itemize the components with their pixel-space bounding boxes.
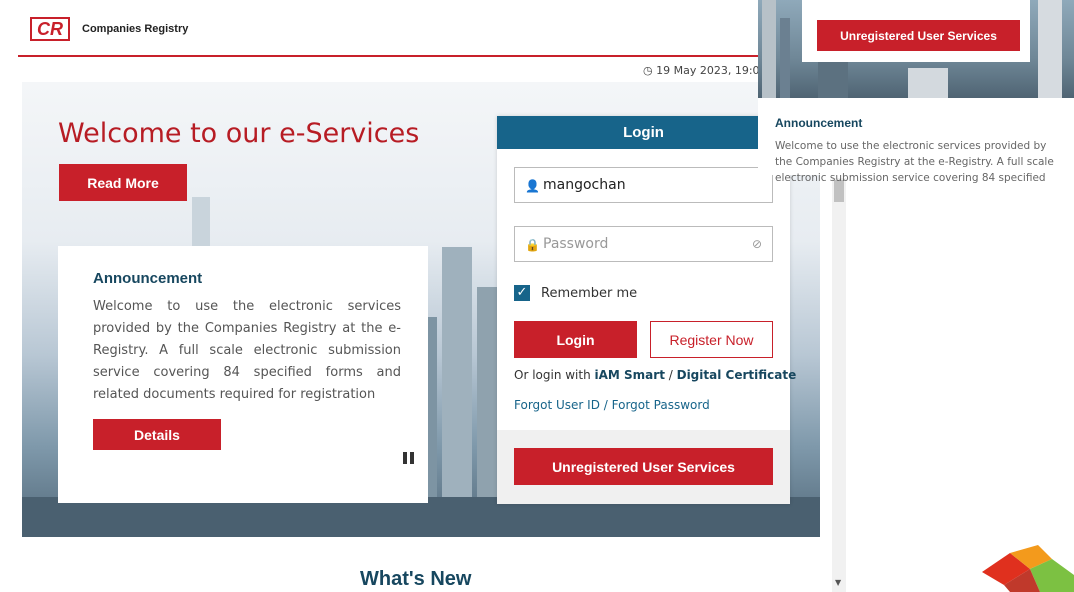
pause-icon[interactable]	[403, 452, 414, 464]
clock-icon: ◷	[643, 64, 657, 77]
brand-name: Companies Registry	[82, 23, 189, 35]
tablet-unregistered-button[interactable]: Unregistered User Services	[817, 20, 1020, 51]
password-placeholder: Password	[543, 236, 609, 252]
register-now-button[interactable]: Register Now	[650, 321, 773, 358]
digital-certificate-link[interactable]: Digital Certificate	[677, 368, 797, 382]
details-button[interactable]: Details	[93, 419, 221, 450]
eye-slash-icon[interactable]: ⊘	[752, 237, 762, 251]
tablet-announcement-body: Welcome to use the electronic services p…	[775, 140, 1054, 184]
username-value: mangochan	[543, 177, 626, 193]
announcement-title: Announcement	[93, 270, 203, 287]
scroll-down-arrow-icon[interactable]: ▼	[835, 578, 841, 587]
login-button[interactable]: Login	[514, 321, 637, 358]
alternative-login: Or login with iAM Smart / Digital Certif…	[514, 368, 796, 382]
forgot-credentials-link[interactable]: Forgot User ID / Forgot Password	[514, 398, 710, 412]
header-divider	[18, 55, 768, 57]
remember-me-label: Remember me	[541, 286, 638, 301]
decorative-corner-graphic	[982, 545, 1074, 592]
welcome-heading: Welcome to our e-Services	[58, 118, 420, 149]
whats-new-heading: What's New	[360, 568, 472, 590]
page-scrollbar[interactable]	[832, 178, 846, 592]
cr-logo[interactable]: CR	[30, 17, 70, 41]
username-field[interactable]: 👤 mangochan	[514, 167, 773, 203]
lock-icon: 🔒	[525, 238, 540, 252]
remember-me-checkbox[interactable]: ✓	[514, 285, 530, 301]
read-more-button[interactable]: Read More	[59, 164, 187, 201]
user-icon: 👤	[525, 179, 540, 193]
alt-login-prefix: Or login with	[514, 368, 595, 382]
iam-smart-link[interactable]: iAM Smart	[595, 368, 665, 382]
tablet-announcement-title: Announcement	[775, 116, 863, 130]
announcement-body: Welcome to use the electronic services p…	[93, 299, 401, 402]
unregistered-user-services-button[interactable]: Unregistered User Services	[514, 448, 773, 485]
password-field[interactable]: 🔒 Password ⊘	[514, 226, 773, 262]
login-heading: Login	[497, 116, 790, 149]
alt-login-separator: /	[664, 368, 677, 382]
